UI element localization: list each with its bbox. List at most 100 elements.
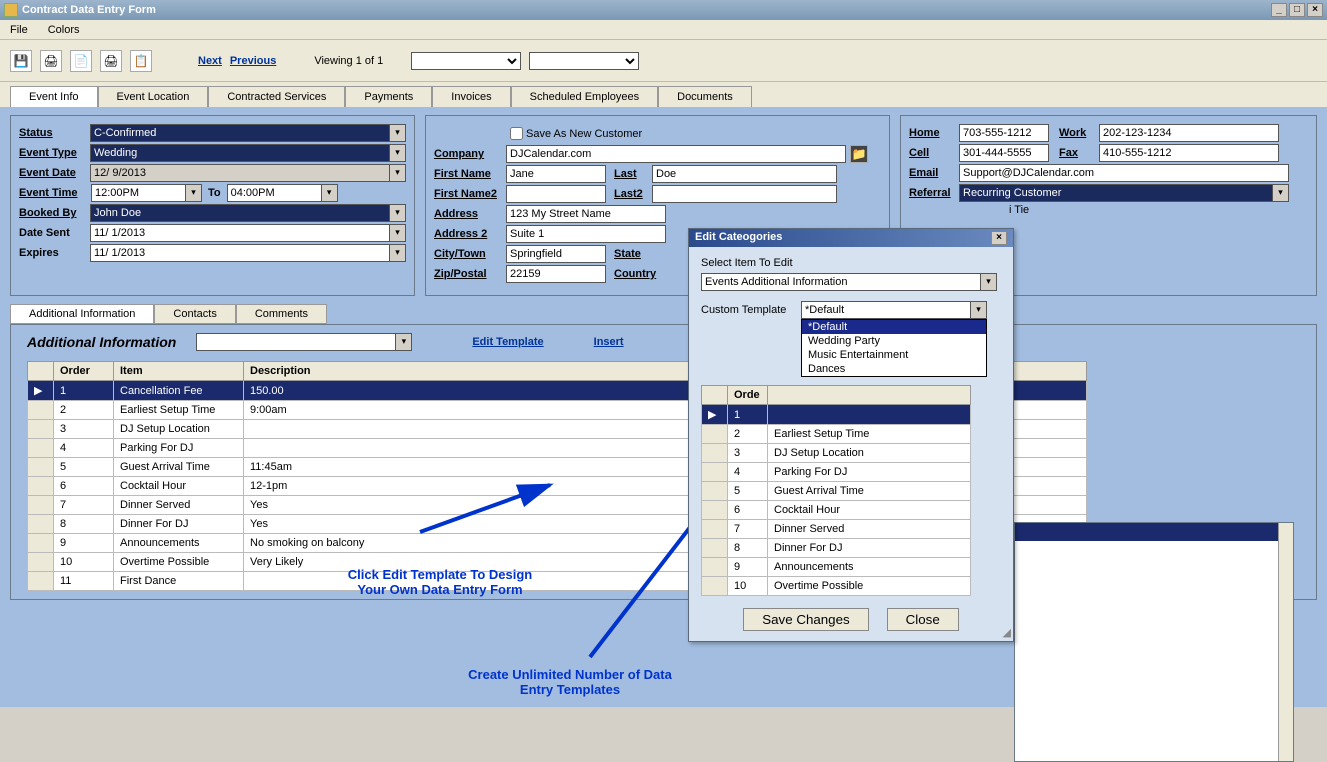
booked-field[interactable] [90,204,390,222]
tab-event-location[interactable]: Event Location [98,86,209,107]
save-as-new-customer-label: Save As New Customer [526,128,642,140]
eventtype-field[interactable] [90,144,390,162]
opt-dances[interactable]: Dances [802,362,986,376]
viewing-select-1[interactable] [411,52,521,70]
dlg-col-order[interactable]: Orde [728,386,768,405]
work-field[interactable] [1099,124,1279,142]
eventdate-label: Event Date [19,167,90,179]
table-row[interactable]: 3DJ Setup Location [702,444,971,463]
maximize-button[interactable]: □ [1289,3,1305,17]
eventtype-label: Event Type [19,147,90,159]
tab-scheduled-employees[interactable]: Scheduled Employees [511,86,658,107]
booked-dropdown-button[interactable]: ▾ [390,204,406,222]
last2-field[interactable] [652,185,837,203]
previous-link[interactable]: Previous [230,55,276,67]
addr2-label: Address 2 [434,228,506,240]
menu-colors[interactable]: Colors [48,24,80,36]
expires-field[interactable] [90,244,390,262]
eventtime-to-field[interactable] [227,184,322,202]
sub-tab-bar: Additional Information Contacts Comments [10,304,1317,324]
addr-field[interactable] [506,205,666,223]
subtab-contacts[interactable]: Contacts [154,304,235,324]
company-field[interactable] [506,145,846,163]
home-field[interactable] [959,124,1049,142]
expires-dropdown-button[interactable]: ▾ [390,244,406,262]
first-field[interactable] [506,165,606,183]
save-changes-button[interactable]: Save Changes [743,608,868,631]
tab-event-info[interactable]: Event Info [10,86,98,107]
home-label: Home [909,127,959,139]
menu-file[interactable]: File [10,24,28,36]
print-icon[interactable]: 🖨 [40,50,62,72]
datesent-dropdown-button[interactable]: ▾ [390,224,406,242]
last-field[interactable] [652,165,837,183]
next-link[interactable]: Next [198,55,222,67]
eventtime-from-field[interactable] [91,184,186,202]
referral-field[interactable] [959,184,1273,202]
minimize-button[interactable]: _ [1271,3,1287,17]
dlg-close-icon[interactable]: × [991,231,1007,245]
table-row[interactable]: ▶1 [702,405,971,425]
fax-field[interactable] [1099,144,1279,162]
eventtype-dropdown-button[interactable]: ▾ [390,144,406,162]
first2-field[interactable] [506,185,606,203]
status-field[interactable] [90,124,390,142]
insert-link[interactable]: Insert [594,336,624,348]
dlg-template-dropdown-button[interactable]: ▾ [971,301,987,319]
city-field[interactable] [506,245,606,263]
col-order[interactable]: Order [54,362,114,381]
dlg-col-item[interactable] [768,386,971,405]
table-row[interactable]: 8Dinner For DJ [702,539,971,558]
ai-select-dropdown-button[interactable]: ▾ [396,333,412,351]
table-row[interactable]: 6Cocktail Hour [702,501,971,520]
dlg-template-options[interactable]: *Default Wedding Party Music Entertainme… [801,319,987,377]
eventtime-from-dropdown-button[interactable]: ▾ [186,184,202,202]
datesent-field[interactable] [90,224,390,242]
copy-icon[interactable]: 📋 [130,50,152,72]
dlg-grid[interactable]: Orde ▶12Earliest Setup Time3DJ Setup Loc… [701,385,971,596]
opt-wedding-party[interactable]: Wedding Party [802,334,986,348]
email-field[interactable] [959,164,1289,182]
tab-contracted-services[interactable]: Contracted Services [208,86,345,107]
viewing-select-2[interactable] [529,52,639,70]
tab-invoices[interactable]: Invoices [432,86,510,107]
opt-music-entertainment[interactable]: Music Entertainment [802,348,986,362]
sheet-icon[interactable]: 📄 [70,50,92,72]
tab-payments[interactable]: Payments [345,86,432,107]
opt-default[interactable]: *Default [802,320,986,334]
table-row[interactable]: 5Guest Arrival Time [702,482,971,501]
table-row[interactable]: 10Overtime Possible [702,577,971,596]
zip-label: Zip/Postal [434,268,506,280]
status-dropdown-button[interactable]: ▾ [390,124,406,142]
zip-field[interactable] [506,265,606,283]
eventdate-dropdown-button[interactable]: ▾ [390,164,406,182]
cell-field[interactable] [959,144,1049,162]
dlg-select-field[interactable] [701,273,981,291]
ai-select[interactable] [196,333,396,351]
dlg-template-field[interactable] [801,301,971,319]
folder-icon[interactable]: 📁 [850,145,868,163]
addr2-field[interactable] [506,225,666,243]
table-row[interactable]: 4Parking For DJ [702,463,971,482]
eventdate-field[interactable] [90,164,390,182]
edit-template-link[interactable]: Edit Template [472,336,543,348]
printer2-icon[interactable]: 🖨 [100,50,122,72]
referral-dropdown-button[interactable]: ▾ [1273,184,1289,202]
table-row[interactable]: 9Announcements [702,558,971,577]
subtab-additional-info[interactable]: Additional Information [10,304,154,324]
col-item[interactable]: Item [114,362,244,381]
grid-rowhdr [28,362,54,381]
right-scrollbar[interactable] [1278,523,1293,761]
dlg-select-dropdown-button[interactable]: ▾ [981,273,997,291]
table-row[interactable]: 7Dinner Served [702,520,971,539]
resize-grip-icon[interactable]: ◢ [1003,626,1011,639]
table-row[interactable]: 2Earliest Setup Time [702,425,971,444]
save-icon[interactable]: 💾 [10,50,32,72]
tab-documents[interactable]: Documents [658,86,752,107]
subtab-comments[interactable]: Comments [236,304,327,324]
save-as-new-customer-checkbox[interactable] [510,127,523,140]
eventtime-to-dropdown-button[interactable]: ▾ [322,184,338,202]
close-button-dlg[interactable]: Close [887,608,959,631]
close-button[interactable]: × [1307,3,1323,17]
right-blank-panel [1014,522,1294,762]
